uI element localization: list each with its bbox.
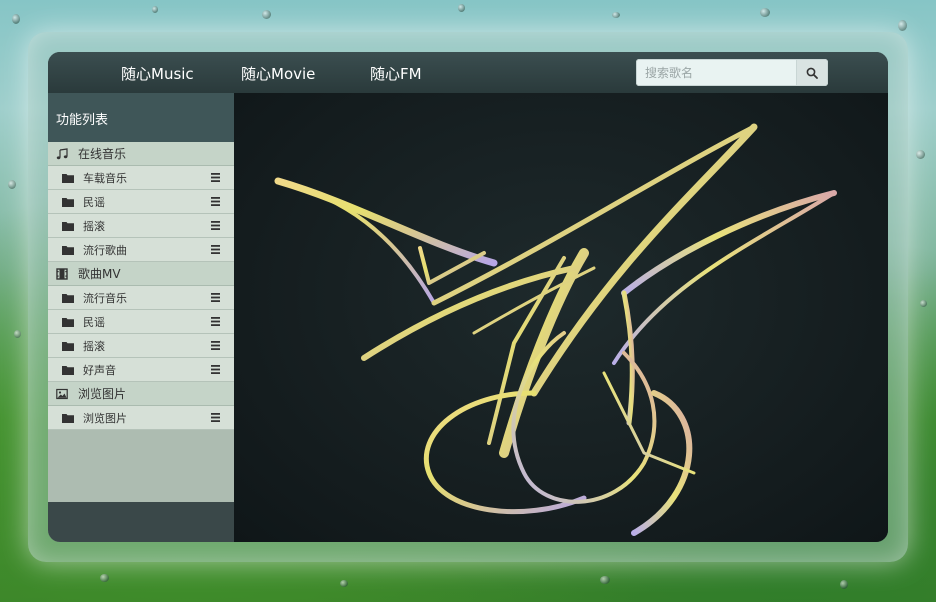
category-label: 在线音乐	[78, 147, 127, 161]
category-online-music[interactable]: 在线音乐	[48, 142, 234, 166]
rain-drop	[340, 580, 348, 587]
picture-icon	[56, 388, 68, 400]
sidebar-footer	[48, 502, 234, 542]
category-browse-pictures[interactable]: 浏览图片	[48, 382, 234, 406]
menu-icon[interactable]	[211, 173, 220, 182]
nav-link-fm[interactable]: 随心FM	[370, 63, 422, 84]
sidebar-item-label: 民谣	[83, 315, 105, 329]
category-label: 浏览图片	[78, 387, 127, 401]
sidebar-item-label: 浏览图片	[83, 411, 127, 425]
sidebar-item-label: 好声音	[83, 363, 116, 377]
sidebar-item-folk-mv[interactable]: 民谣	[48, 310, 234, 334]
nav-link-music[interactable]: 随心Music	[121, 63, 194, 84]
sidebar-item-label: 民谣	[83, 195, 105, 209]
film-icon	[56, 267, 68, 280]
menu-icon[interactable]	[211, 341, 220, 350]
sidebar-item-car-music[interactable]: 车载音乐	[48, 166, 234, 190]
search-input[interactable]	[636, 59, 796, 86]
sidebar-title: 功能列表	[48, 93, 234, 142]
sidebar-item-browse-pictures[interactable]: 浏览图片	[48, 406, 234, 430]
main-content	[234, 93, 888, 542]
sidebar: 功能列表 在线音乐 车载音乐 民谣 摇滚 流行歌曲 歌曲MV 流行音乐 民谣 摇…	[48, 93, 234, 542]
folder-icon	[62, 317, 74, 327]
rain-drop	[916, 150, 925, 159]
rain-drop	[8, 180, 16, 189]
logo-graphic	[274, 123, 837, 536]
sidebar-item-pop-music[interactable]: 流行音乐	[48, 286, 234, 310]
folder-icon	[62, 293, 74, 303]
sidebar-item-label: 摇滚	[83, 219, 105, 233]
menu-icon[interactable]	[211, 245, 220, 254]
rain-drop	[898, 20, 907, 31]
menu-icon[interactable]	[211, 293, 220, 302]
rain-drop	[612, 12, 620, 18]
rain-drop	[840, 580, 848, 589]
menu-icon[interactable]	[211, 197, 220, 206]
folder-icon	[62, 365, 74, 375]
menu-icon[interactable]	[211, 365, 220, 374]
rain-drop	[14, 330, 21, 338]
rain-drop	[152, 6, 158, 13]
sidebar-item-folk[interactable]: 民谣	[48, 190, 234, 214]
sidebar-item-rock-mv[interactable]: 摇滚	[48, 334, 234, 358]
category-label: 歌曲MV	[78, 267, 121, 281]
menu-icon[interactable]	[211, 221, 220, 230]
sidebar-item-pop-songs[interactable]: 流行歌曲	[48, 238, 234, 262]
menu-icon[interactable]	[211, 413, 220, 422]
sidebar-item-label: 车载音乐	[83, 171, 127, 185]
nav-link-movie[interactable]: 随心Movie	[241, 63, 315, 84]
rain-drop	[760, 8, 770, 17]
rain-drop	[458, 4, 465, 12]
search-button[interactable]	[796, 59, 828, 86]
sidebar-item-rock[interactable]: 摇滚	[48, 214, 234, 238]
rain-drop	[600, 576, 610, 584]
sidebar-item-label: 流行歌曲	[83, 243, 127, 257]
sidebar-item-label: 摇滚	[83, 339, 105, 353]
folder-icon	[62, 245, 74, 255]
app-window: 随心Music 随心Movie 随心FM 功能列表	[48, 52, 888, 542]
sidebar-item-label: 流行音乐	[83, 291, 127, 305]
folder-icon	[62, 221, 74, 231]
category-song-mv[interactable]: 歌曲MV	[48, 262, 234, 286]
folder-icon	[62, 173, 74, 183]
folder-icon	[62, 341, 74, 351]
search-icon	[806, 67, 818, 79]
folder-icon	[62, 197, 74, 207]
menu-icon[interactable]	[211, 317, 220, 326]
sidebar-item-good-voice[interactable]: 好声音	[48, 358, 234, 382]
search-box	[636, 59, 828, 86]
folder-icon	[62, 413, 74, 423]
rain-drop	[100, 574, 109, 582]
top-navigation: 随心Music 随心Movie 随心FM	[48, 52, 888, 93]
music-note-icon	[56, 147, 68, 160]
rain-drop	[262, 10, 271, 19]
rain-drop	[12, 14, 20, 24]
rain-drop	[920, 300, 927, 307]
